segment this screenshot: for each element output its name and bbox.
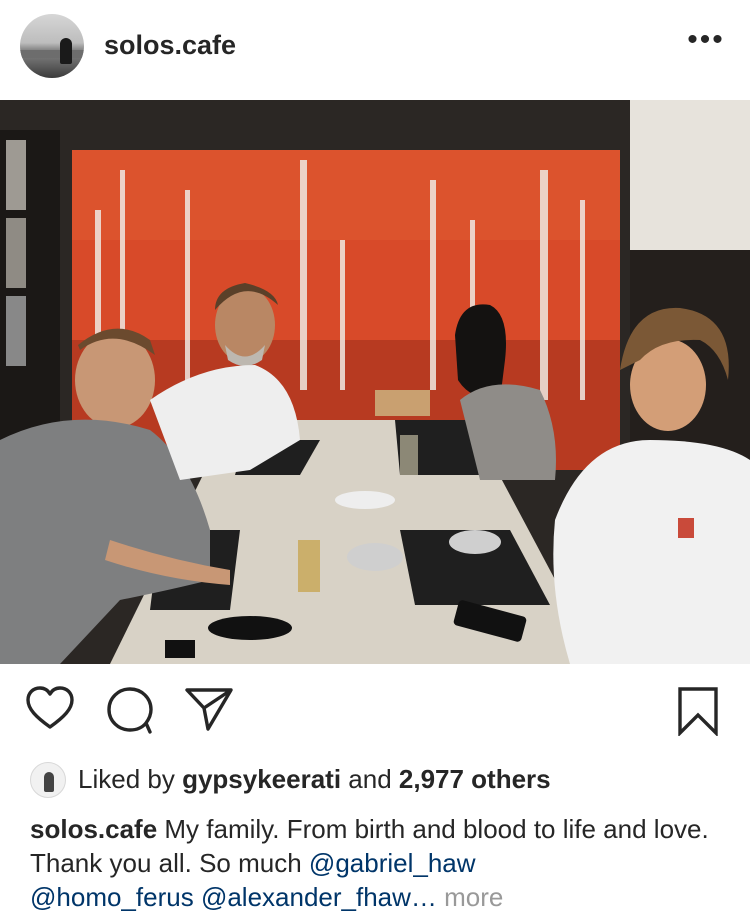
avatar[interactable]	[20, 14, 84, 78]
likes-summary: Liked by gypsykeerati and 2,977 others	[30, 760, 730, 800]
mention-homo-ferus[interactable]: @homo_ferus	[30, 882, 194, 912]
avatar-figure	[60, 38, 72, 64]
liker-avatar-figure	[44, 772, 54, 792]
mention-alexander-fhaw[interactable]: @alexander_fhaw…	[201, 882, 437, 912]
comment-icon	[107, 687, 153, 734]
avatar-sea	[20, 50, 84, 58]
more-link[interactable]: more	[437, 882, 503, 912]
caption: solos.cafe My family. From birth and blo…	[30, 812, 730, 914]
send-icon	[185, 688, 233, 731]
likes-prefix: Liked by	[78, 764, 183, 794]
liker-avatar[interactable]	[30, 762, 66, 798]
like-button[interactable]	[26, 686, 74, 735]
caption-username[interactable]: solos.cafe	[30, 814, 157, 844]
likes-text: Liked by gypsykeerati and 2,977 others	[78, 764, 551, 795]
save-button[interactable]	[676, 686, 720, 741]
bookmark-icon	[678, 687, 718, 738]
heart-icon	[26, 686, 74, 729]
mention-gabriel-haw[interactable]: @gabriel_haw	[309, 848, 476, 878]
likes-count[interactable]: 2,977 others	[399, 764, 551, 794]
post-header: solos.cafe •••	[0, 0, 750, 100]
photo-illustration	[0, 100, 750, 664]
share-button[interactable]	[184, 686, 234, 737]
liker-username[interactable]: gypsykeerati	[182, 764, 341, 794]
likes-middle: and	[341, 764, 399, 794]
post-photo[interactable]	[0, 100, 750, 664]
more-dots-icon[interactable]: •••	[686, 25, 726, 55]
comment-button[interactable]	[106, 686, 154, 739]
username[interactable]: solos.cafe	[104, 30, 236, 61]
